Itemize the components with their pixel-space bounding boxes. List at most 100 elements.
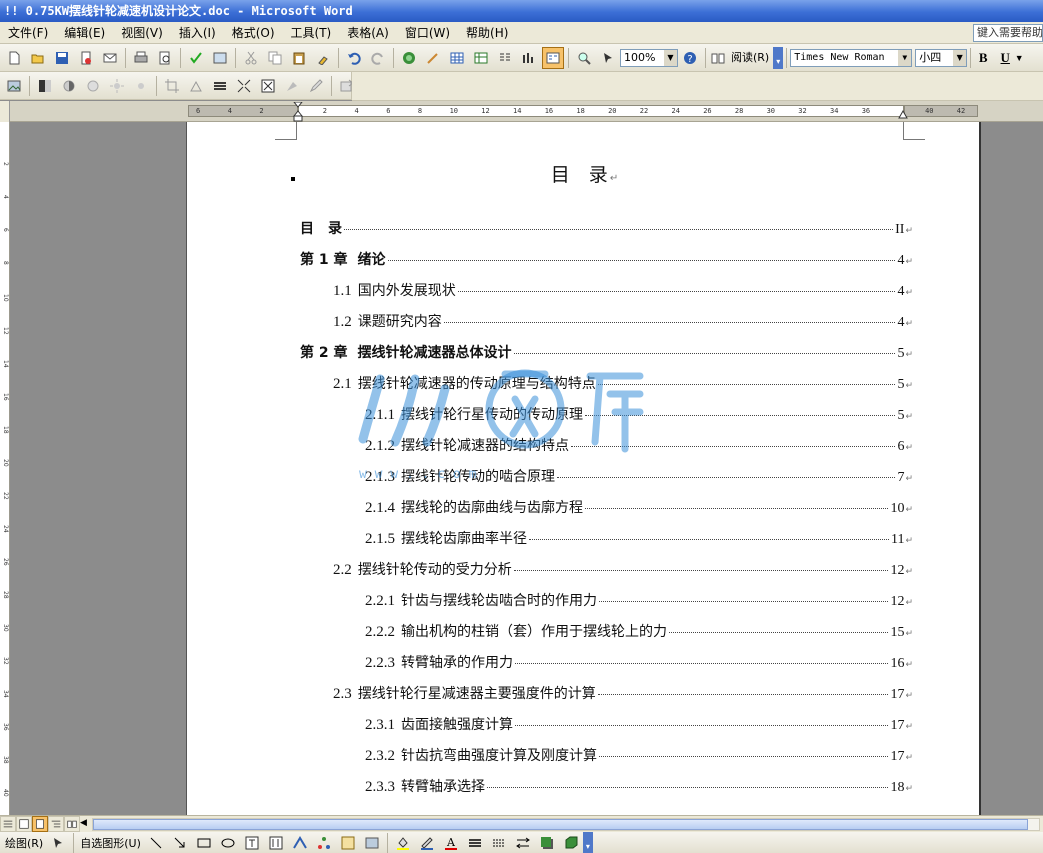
normal-view-button[interactable] [0,816,16,832]
toc-entry[interactable]: 2.2.3 转臂轴承的作用力 16 ↵ [365,652,913,672]
underline-button[interactable]: U [996,47,1014,69]
toc-entry[interactable]: 2.1.3 摆线针轮传动的啮合原理 7 ↵ [365,466,913,486]
document-workspace[interactable]: 目 录 ↵ 目 录 II ↵ 第 1 章绪论 4 ↵ 1.1 国内外发展现状 4 ↵ 1.2 课题研究内… [10,122,1043,815]
font-color-button[interactable]: A [440,832,462,853]
compress-button[interactable] [233,75,255,97]
permission-button[interactable] [75,47,97,69]
indent-marker-icon[interactable] [293,102,303,122]
toc-entry[interactable]: 2.1.1 摆线针轮行星传动的传动原理 5 ↵ [365,404,913,424]
read-button[interactable]: 阅读(R) [727,48,773,68]
right-indent-marker-icon[interactable] [898,109,908,119]
read-icon-button[interactable] [710,47,726,69]
oval-button[interactable] [217,832,239,853]
zoom-dropdown[interactable]: 100% ▼ [620,48,678,67]
menu-insert[interactable]: 插入(I) [171,22,224,44]
rotate-button[interactable] [185,75,207,97]
toc-entry[interactable]: 2.3.1 齿面接触强度计算 17 ↵ [365,714,913,734]
print-layout-button[interactable] [32,816,48,832]
toc-entry[interactable]: 2.2.2 输出机构的柱销（套）作用于摆线轮上的力 15 ↵ [365,621,913,641]
tables-borders-button[interactable] [422,47,444,69]
toolbar-options-chevron-icon[interactable]: ▾ [773,46,784,69]
toc-entry[interactable]: 2.1.5 摆线轮齿廓曲率半径 11 ↵ [365,528,913,548]
text-wrapping-button[interactable] [257,75,279,97]
horizontal-scrollbar[interactable] [92,818,1040,831]
line-color-button[interactable] [416,832,438,853]
arrow-style-button[interactable] [512,832,534,853]
redo-button[interactable] [367,47,389,69]
new-document-button[interactable] [3,47,25,69]
toc-entry[interactable]: 2.1.2 摆线针轮减速器的结构特点 6 ↵ [365,435,913,455]
horizontal-ruler[interactable]: 6 4 2 2 4 6 8 10 12 14 16 18 20 22 24 26 28 30 32 34 36 40 42 [0,101,1043,122]
more-contrast-button[interactable] [58,75,80,97]
text-box-button[interactable] [241,832,263,853]
select-objects-button[interactable] [47,832,69,853]
toc-entry[interactable]: 2.2.1 针齿与摆线轮齿啮合时的作用力 12 ↵ [365,590,913,610]
insert-picture-button[interactable] [3,75,25,97]
paste-button[interactable] [288,47,310,69]
tab-selector[interactable] [0,101,10,122]
menu-view[interactable]: 视图(V) [113,22,171,44]
menu-file[interactable]: 文件(F) [0,22,56,44]
arrow-button[interactable] [169,832,191,853]
columns-button[interactable] [494,47,516,69]
shadow-style-button[interactable] [536,832,558,853]
toc-entry[interactable]: 1.2 课题研究内容 4 ↵ [333,311,913,331]
show-hide-button[interactable] [573,47,595,69]
research-button[interactable] [209,47,231,69]
print-preview-button[interactable] [154,47,176,69]
help-button[interactable]: ? [679,47,701,69]
copy-button[interactable] [264,47,286,69]
undo-button[interactable] [343,47,365,69]
format-picture-button[interactable] [281,75,303,97]
dash-style-button[interactable] [488,832,510,853]
clip-art-button[interactable] [337,832,359,853]
underline-options-chevron-icon[interactable]: ▼ [1014,47,1024,69]
draw-menu-button[interactable]: 绘图(R) [2,835,46,851]
wordart-button[interactable] [289,832,311,853]
less-brightness-button[interactable] [130,75,152,97]
rectangle-button[interactable] [193,832,215,853]
spelling-button[interactable] [185,47,207,69]
menu-format[interactable]: 格式(O) [224,22,283,44]
menu-help[interactable]: 帮助(H) [458,22,516,44]
pointer-button[interactable] [597,47,619,69]
font-size-dropdown[interactable]: 小四 ▼ [915,48,968,67]
document-page[interactable]: 目 录 ↵ 目 录 II ↵ 第 1 章绪论 4 ↵ 1.1 国内外发展现状 4 ↵ 1.2 课题研究内… [186,122,981,815]
insert-table-button[interactable] [446,47,468,69]
open-button[interactable] [27,47,49,69]
vertical-text-box-button[interactable] [265,832,287,853]
email-button[interactable] [99,47,121,69]
crop-button[interactable] [161,75,183,97]
web-view-button[interactable] [16,816,32,832]
autoshapes-button[interactable]: 自选图形(U) [77,835,144,851]
insert-excel-button[interactable] [470,47,492,69]
vertical-ruler[interactable]: 2 4 6 8 10 12 14 16 18 20 22 24 26 28 30 32 34 36 38 40 [0,122,10,815]
toc-entry[interactable]: 2.1 摆线针轮减速器的传动原理与结构特点 5 ↵ [333,373,913,393]
reading-layout-button[interactable] [64,816,80,832]
set-transparent-button[interactable] [305,75,327,97]
menu-window[interactable]: 窗口(W) [397,22,458,44]
fill-color-button[interactable] [392,832,414,853]
less-contrast-button[interactable] [82,75,104,97]
toc-entry[interactable]: 2.1.4 摆线轮的齿廓曲线与齿廓方程 10 ↵ [365,497,913,517]
menu-edit[interactable]: 编辑(E) [56,22,113,44]
line-style-button[interactable] [209,75,231,97]
line-style-draw-button[interactable] [464,832,486,853]
menu-tools[interactable]: 工具(T) [283,22,340,44]
outline-view-button[interactable] [48,816,64,832]
3d-style-button[interactable] [560,832,582,853]
toc-entry[interactable]: 目 录 II ↵ [300,218,913,238]
toc-entry[interactable]: 1.1 国内外发展现状 4 ↵ [333,280,913,300]
toc-entry[interactable]: 2.3.3 转臂轴承选择 18 ↵ [365,776,913,796]
diagram-button[interactable] [313,832,335,853]
toolbar-options-chevron-icon[interactable]: ▾ [582,831,593,853]
drawing-button[interactable] [518,47,540,69]
color-button[interactable] [34,75,56,97]
horizontal-scroll-thumb[interactable] [93,819,1028,830]
more-brightness-button[interactable] [106,75,128,97]
insert-picture-draw-button[interactable] [361,832,383,853]
print-button[interactable] [130,47,152,69]
toc-entry[interactable]: 2.3.2 针齿抗弯曲强度计算及刚度计算 17 ↵ [365,745,913,765]
menu-table[interactable]: 表格(A) [339,22,397,44]
bold-button[interactable]: B [974,47,992,69]
